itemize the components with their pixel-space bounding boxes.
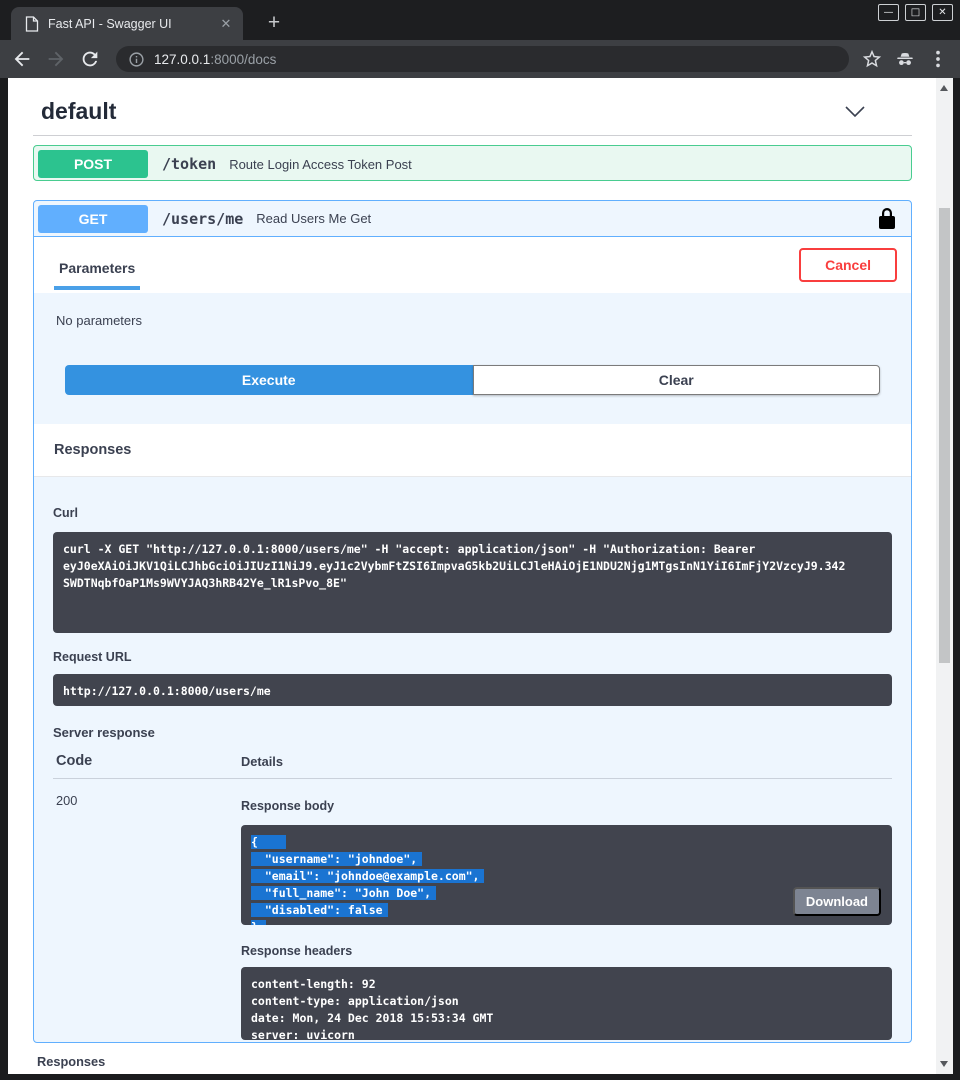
details-column-header: Details xyxy=(241,754,892,769)
browser-menu-icon[interactable] xyxy=(927,48,949,70)
window-close-button[interactable]: ✕ xyxy=(932,4,953,21)
scrollbar-thumb[interactable] xyxy=(939,208,950,663)
address-bar[interactable]: 127.0.0.1:8000/docs xyxy=(116,46,849,72)
auth-lock-icon[interactable] xyxy=(879,208,895,229)
page-content: default POST /token Route Login Access T… xyxy=(8,78,936,1074)
back-button[interactable] xyxy=(10,47,34,71)
forward-arrow-icon xyxy=(45,48,67,70)
responses-section-header: Responses xyxy=(34,424,911,477)
clear-button[interactable]: Clear xyxy=(473,365,881,395)
execute-button[interactable]: Execute xyxy=(65,365,473,395)
request-url-value[interactable]: http://127.0.0.1:8000/users/me xyxy=(53,674,892,706)
response-body-block[interactable]: { "username": "johndoe", "email": "johnd… xyxy=(241,825,892,925)
browser-tab-strip: Fast API - Swagger UI ✕ + — □ ✕ xyxy=(0,0,960,40)
post-endpoint-summary: Route Login Access Token Post xyxy=(229,157,907,172)
reload-icon xyxy=(79,48,101,70)
tab-parameters[interactable]: Parameters xyxy=(54,244,140,290)
bookmark-star-icon[interactable] xyxy=(861,48,883,70)
get-endpoint-summary-row[interactable]: GET /users/me Read Users Me Get xyxy=(34,201,911,237)
incognito-icon[interactable] xyxy=(894,48,916,70)
server-response-label: Server response xyxy=(53,725,892,740)
post-method-badge: POST xyxy=(38,150,148,178)
cancel-button[interactable]: Cancel xyxy=(799,248,897,282)
url-path: :8000/docs xyxy=(210,52,276,67)
url-host: 127.0.0.1 xyxy=(154,52,210,67)
get-method-badge: GET xyxy=(38,205,148,233)
section-title: default xyxy=(41,98,844,125)
get-endpoint-description: Read Users Me Get xyxy=(256,211,879,226)
get-endpoint-path: /users/me xyxy=(162,210,243,228)
new-tab-button[interactable]: + xyxy=(260,10,288,38)
server-response-table-header: Code Details xyxy=(53,753,892,779)
no-parameters-text: No parameters xyxy=(34,293,911,328)
browser-tab[interactable]: Fast API - Swagger UI ✕ xyxy=(11,7,243,40)
response-headers-label: Response headers xyxy=(241,944,892,958)
server-response-row: 200 Response body { "username": "johndoe… xyxy=(53,779,892,1040)
response-body-label: Response body xyxy=(241,799,892,813)
scroll-up-arrow[interactable] xyxy=(940,85,948,91)
response-status-code: 200 xyxy=(56,791,241,1040)
default-section-header[interactable]: default xyxy=(33,94,912,136)
post-endpoint-path: /token xyxy=(162,155,216,173)
window-minimize-button[interactable]: — xyxy=(878,4,899,21)
site-info-icon[interactable] xyxy=(128,51,145,68)
opblock-post-token[interactable]: POST /token Route Login Access Token Pos… xyxy=(33,145,912,181)
opblock-get-users-me: GET /users/me Read Users Me Get Paramete… xyxy=(33,200,912,1043)
page-scrollbar[interactable] xyxy=(936,78,953,1074)
curl-command[interactable]: curl -X GET "http://127.0.0.1:8000/users… xyxy=(53,532,892,633)
curl-label: Curl xyxy=(53,506,78,520)
forward-button[interactable] xyxy=(44,47,68,71)
reload-button[interactable] xyxy=(78,47,102,71)
tab-close-icon[interactable]: ✕ xyxy=(217,16,235,32)
url-text: 127.0.0.1:8000/docs xyxy=(154,52,276,67)
chevron-down-icon[interactable] xyxy=(844,105,866,119)
responses-title: Responses xyxy=(54,442,131,458)
scroll-down-arrow[interactable] xyxy=(940,1061,948,1067)
request-url-label: Request URL xyxy=(53,650,892,664)
download-button[interactable]: Download xyxy=(793,887,881,916)
browser-toolbar: 127.0.0.1:8000/docs xyxy=(0,40,960,78)
page-favicon-icon xyxy=(25,16,39,32)
window-maximize-button[interactable]: □ xyxy=(905,4,926,21)
response-headers-block[interactable]: content-length: 92 content-type: applica… xyxy=(241,967,892,1040)
tab-title: Fast API - Swagger UI xyxy=(48,17,217,31)
code-column-header: Code xyxy=(56,753,241,769)
back-arrow-icon xyxy=(11,48,33,70)
doc-responses-title: Responses xyxy=(37,1054,892,1069)
